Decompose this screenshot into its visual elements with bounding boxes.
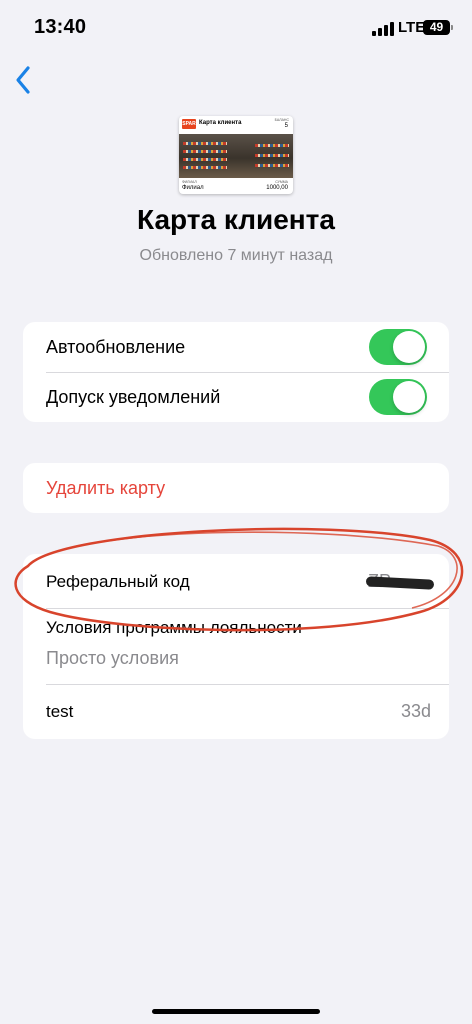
referral-label: Реферальный код [46,572,190,591]
test-value: 33d [400,701,431,721]
status-bar: 13:40 LTE 49 [0,0,472,56]
battery-icon: 49 [423,20,450,35]
auto-update-label: Автообновление [46,337,186,357]
home-indicator[interactable] [152,1009,320,1014]
card-amount: 1000,00 [266,185,288,191]
battery-level: 49 [429,20,444,34]
terms-row: Условия программы лояльности Просто усло… [23,608,449,684]
status-time: 13:40 [34,16,87,38]
notifications-toggle[interactable] [369,379,427,415]
chevron-left-icon [16,66,30,94]
auto-update-row: Автообновление [23,322,449,372]
card-balance-label: БАЛАНС [274,118,289,122]
notifications-label: Допуск уведомлений [46,387,221,407]
back-button[interactable] [10,62,38,98]
page-title: Карта клиента [137,204,335,235]
card-balance: 5 [284,123,288,129]
notifications-row: Допуск уведомлений [23,372,449,422]
signal-icon [372,22,394,36]
card-store-photo [179,134,293,178]
terms-label: Условия программы лояльности [46,618,302,637]
card-name: Карта клиента [199,120,242,126]
test-row: test 33d [23,684,449,739]
delete-card-label: Удалить карту [46,478,166,498]
settings-group: Автообновление Допуск уведомлений [23,322,449,422]
updated-subtitle: Обновлено 7 минут назад [139,247,333,264]
delete-card-button[interactable]: Удалить карту [23,463,449,513]
battery-nub [451,25,453,30]
test-label: test [46,702,74,721]
card-amount-label: СУММА [275,180,288,184]
card-thumbnail: SPAR Карта клиента БАЛАНС 5 ФИЛИАЛ Филиа… [179,116,293,194]
terms-value: Просто условия [46,648,179,668]
auto-update-toggle[interactable] [369,329,427,365]
card-branch: Филиал [182,185,204,191]
network-type: LTE [398,19,426,36]
card-logo: SPAR [182,119,196,129]
card-branch-label: ФИЛИАЛ [182,180,197,184]
